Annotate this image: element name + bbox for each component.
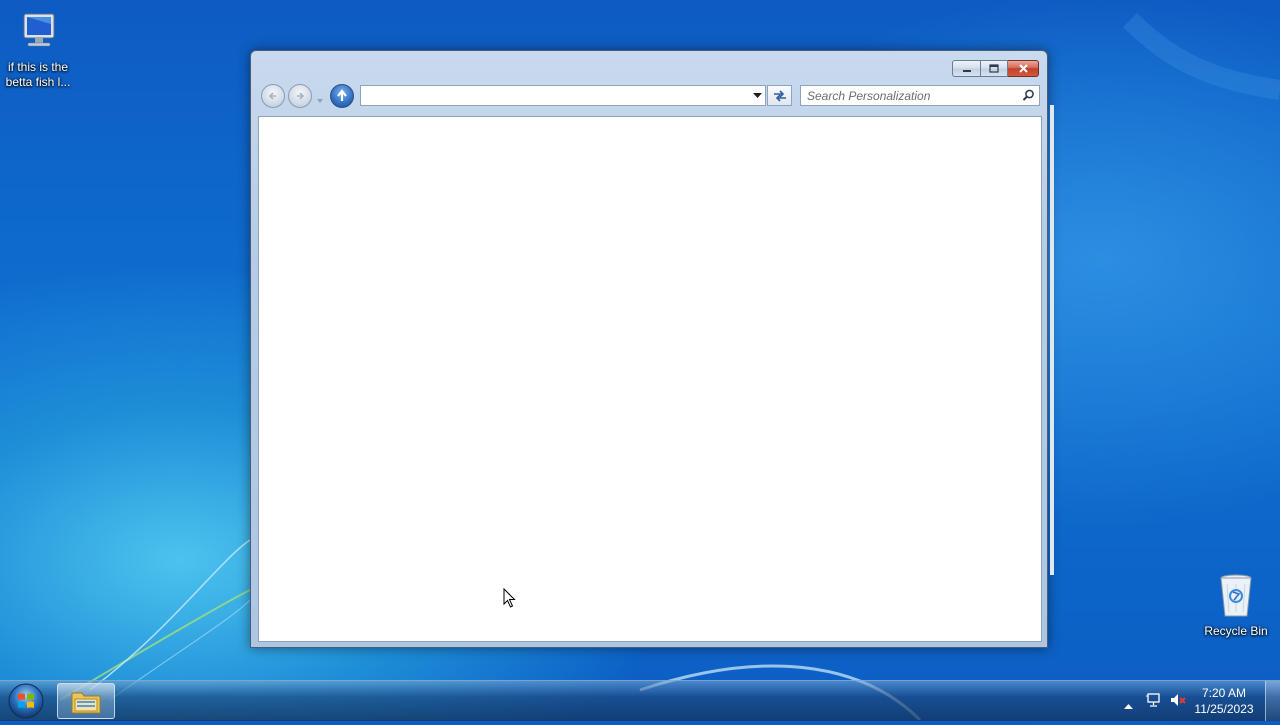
- mouse-cursor-icon: [503, 588, 516, 608]
- chevron-down-icon: [752, 92, 762, 98]
- taskbar: 7:20 AM 11/25/2023: [0, 680, 1280, 721]
- maximize-icon: [989, 64, 999, 73]
- forward-icon: [297, 92, 305, 100]
- minimize-button[interactable]: [952, 60, 981, 77]
- chevron-down-icon: [317, 99, 323, 103]
- search-input[interactable]: [807, 87, 1012, 104]
- address-dropdown-button[interactable]: [749, 86, 765, 105]
- minimize-icon: [962, 69, 971, 72]
- windows-start-orb-icon: [8, 683, 44, 719]
- volume-muted-icon: [1171, 694, 1186, 706]
- system-tray: 7:20 AM 11/25/2023: [1120, 681, 1280, 721]
- show-hidden-icons-button[interactable]: [1124, 696, 1133, 714]
- taskbar-clock[interactable]: 7:20 AM 11/25/2023: [1189, 685, 1259, 717]
- refresh-icon: [773, 89, 786, 102]
- maximize-button[interactable]: [981, 60, 1008, 77]
- network-icon: [1146, 693, 1160, 707]
- back-icon: [268, 92, 276, 100]
- recycle-bin-icon: [1212, 572, 1260, 620]
- window-right-frame-strip: [1050, 105, 1054, 575]
- volume-tray-button[interactable]: [1170, 692, 1186, 713]
- clock-time: 7:20 AM: [1201, 686, 1247, 700]
- up-button[interactable]: [330, 84, 354, 108]
- clock-date: 11/25/2023: [1194, 702, 1254, 716]
- recent-pages-dropdown[interactable]: [316, 92, 324, 103]
- personalization-window[interactable]: [250, 50, 1054, 648]
- window-content-area[interactable]: [258, 116, 1042, 642]
- taskbar-windows-explorer-button[interactable]: [57, 683, 115, 719]
- desktop-icon-recycle-bin[interactable]: Recycle Bin: [1198, 572, 1274, 639]
- search-box[interactable]: [800, 85, 1040, 106]
- desktop-icon-label: Recycle Bin: [1204, 624, 1268, 638]
- close-icon: [1018, 64, 1028, 73]
- forward-button[interactable]: [288, 84, 312, 108]
- back-button[interactable]: [261, 84, 285, 108]
- navigation-bar: [259, 84, 1040, 110]
- search-icon[interactable]: [1022, 89, 1035, 102]
- close-button[interactable]: [1008, 60, 1039, 77]
- desktop-icon-computer[interactable]: if this is the betta fish l...: [0, 8, 76, 90]
- refresh-button[interactable]: [767, 85, 792, 106]
- show-desktop-button[interactable]: [1265, 681, 1280, 721]
- computer-icon: [14, 8, 62, 56]
- start-button[interactable]: [6, 682, 46, 720]
- address-bar[interactable]: [360, 85, 766, 106]
- show-hidden-icons-icon: [1124, 704, 1133, 709]
- window-controls: [952, 60, 1039, 77]
- windows-explorer-icon: [71, 692, 101, 714]
- up-arrow-icon: [337, 89, 347, 101]
- network-tray-button[interactable]: [1146, 692, 1162, 713]
- desktop-icon-label: if this is the betta fish l...: [5, 60, 71, 89]
